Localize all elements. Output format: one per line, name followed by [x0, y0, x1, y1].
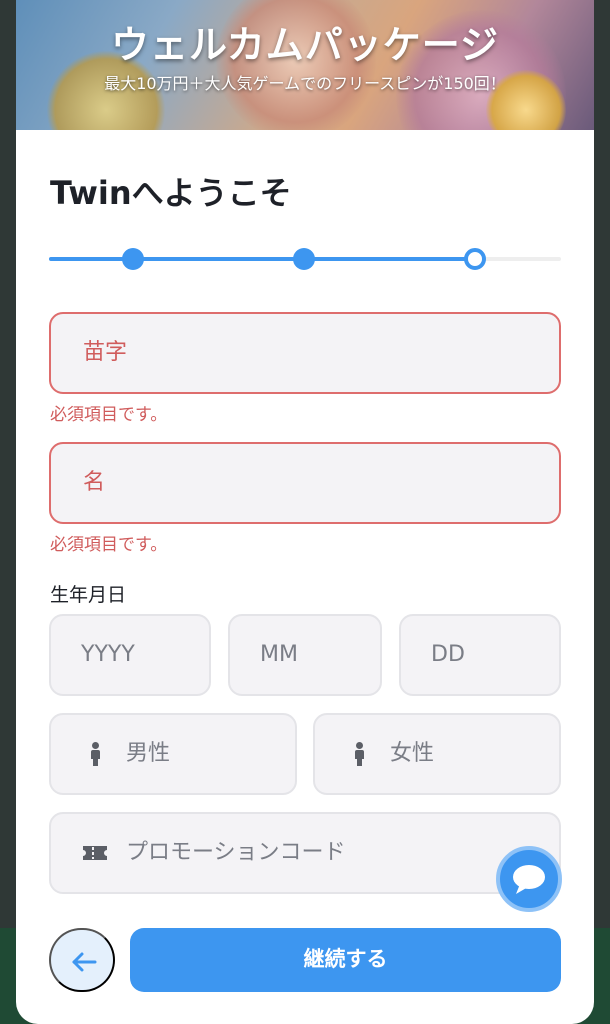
- gender-male-label: 男性: [126, 741, 171, 766]
- banner-title: ウェルカムパッケージ: [110, 23, 500, 67]
- gender-female-label: 女性: [390, 741, 435, 766]
- birth-month-placeholder: MM: [260, 642, 298, 667]
- banner-subtitle: 最大10万円＋大人気ゲームでのフリースピンが150回！: [104, 74, 506, 93]
- chat-icon: [513, 865, 545, 894]
- birth-day-field[interactable]: DD: [399, 614, 561, 696]
- arrow-left-icon: [72, 952, 97, 972]
- back-button[interactable]: [49, 928, 115, 992]
- last-name-error: 必須項目です。: [50, 405, 168, 425]
- backdrop-right: [594, 0, 610, 1024]
- birth-year-field[interactable]: YYYY: [49, 614, 211, 696]
- gender-female-option[interactable]: 女性: [313, 713, 561, 795]
- birth-day-placeholder: DD: [431, 642, 465, 667]
- continue-button[interactable]: 継続する: [130, 928, 561, 992]
- step-3-dot: [464, 248, 486, 270]
- birth-year-placeholder: YYYY: [81, 642, 135, 667]
- last-name-field[interactable]: 苗字: [49, 312, 561, 394]
- birth-month-field[interactable]: MM: [228, 614, 382, 696]
- promo-code-placeholder: プロモーションコード: [126, 840, 346, 865]
- step-2-dot: [293, 248, 315, 270]
- person-icon: [345, 715, 373, 793]
- first-name-error: 必須項目です。: [50, 535, 168, 555]
- promo-code-field[interactable]: プロモーションコード: [49, 812, 561, 894]
- person-icon: [81, 715, 109, 793]
- last-name-placeholder: 苗字: [83, 340, 128, 365]
- ticket-icon: [81, 814, 109, 892]
- progress-stepper: [49, 244, 561, 274]
- first-name-field[interactable]: 名: [49, 442, 561, 524]
- stepper-fill: [49, 257, 475, 261]
- welcome-banner: ウェルカムパッケージ 最大10万円＋大人気ゲームでのフリースピンが150回！: [16, 0, 594, 130]
- first-name-placeholder: 名: [83, 470, 106, 495]
- page-title: Twinへようこそ: [50, 174, 292, 212]
- gender-male-option[interactable]: 男性: [49, 713, 297, 795]
- chat-button[interactable]: [496, 846, 562, 912]
- birthdate-label: 生年月日: [50, 584, 127, 606]
- step-1-dot: [122, 248, 144, 270]
- backdrop-left: [0, 0, 16, 1024]
